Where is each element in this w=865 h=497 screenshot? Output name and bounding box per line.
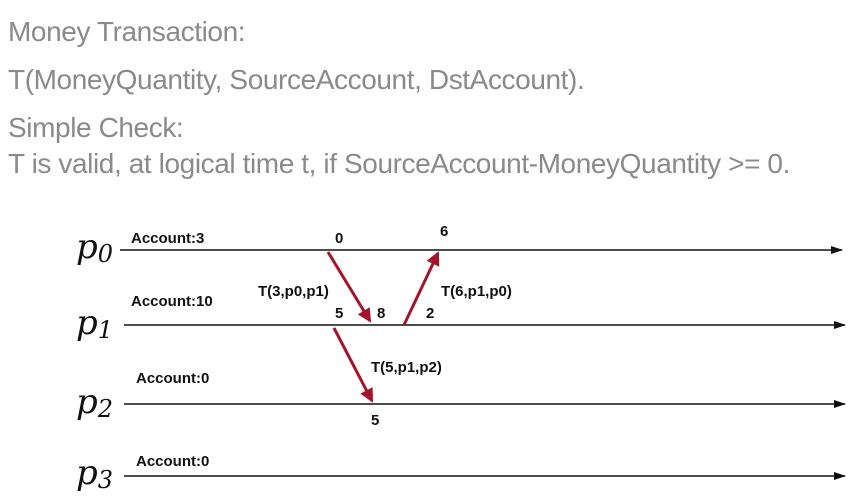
- process-label-p2: p2: [76, 382, 113, 423]
- message-arrow-t-5-p1-p2: [332, 327, 374, 403]
- timestamp-p0-receive: 6: [440, 223, 448, 240]
- timestamp-p0-send: 0: [335, 230, 343, 247]
- account-p1: Account:10: [131, 293, 213, 310]
- process-label-p0: p0: [76, 227, 113, 268]
- timestamp-p1-receive: 8: [377, 305, 385, 322]
- account-p2: Account:0: [136, 370, 209, 387]
- process-timeline-diagram: p0 p1 p2 p3 Account:3 Account:10 Account…: [76, 223, 846, 494]
- timestamp-p1-send-2: 2: [426, 305, 434, 322]
- message-label-t-3-p0-p1: T(3,p0,p1): [258, 283, 329, 300]
- message-label-t-6-p1-p0: T(6,p1,p0): [441, 283, 512, 300]
- process-label-p3: p3: [76, 453, 113, 494]
- account-p0: Account:3: [131, 230, 204, 247]
- account-p3: Account:0: [136, 453, 209, 470]
- message-label-t-5-p1-p2: T(5,p1,p2): [371, 359, 442, 376]
- timestamp-p2-receive: 5: [371, 412, 379, 429]
- timestamp-p1-send: 5: [335, 305, 343, 322]
- process-label-p1: p1: [76, 303, 113, 344]
